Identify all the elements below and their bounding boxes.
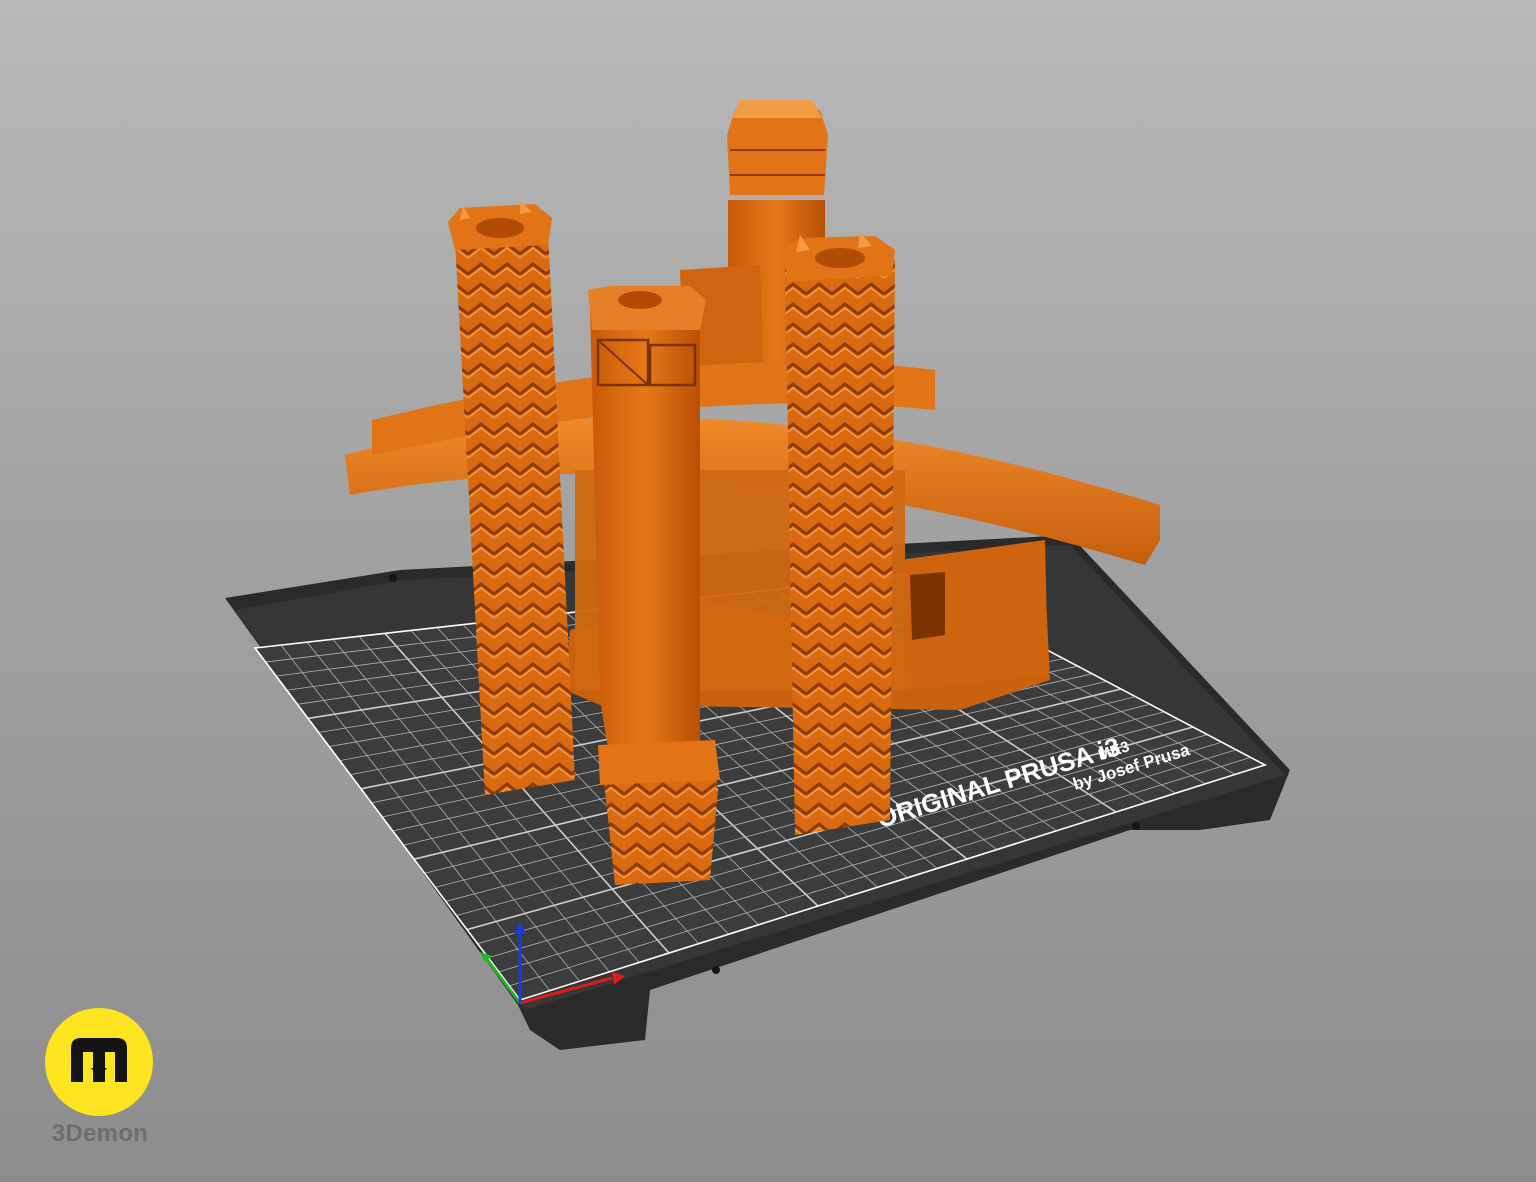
m-logo-icon <box>71 1038 127 1082</box>
right-braided-pillar <box>783 232 895 835</box>
logo-badge <box>45 1008 153 1116</box>
logo-text: 3Demon <box>51 1120 149 1147</box>
3d-viewport[interactable]: ORIGINAL PRUSA i3 MK3 by Josef Prusa <box>0 0 1536 1182</box>
brand-logo: 3Demon <box>45 1008 155 1148</box>
